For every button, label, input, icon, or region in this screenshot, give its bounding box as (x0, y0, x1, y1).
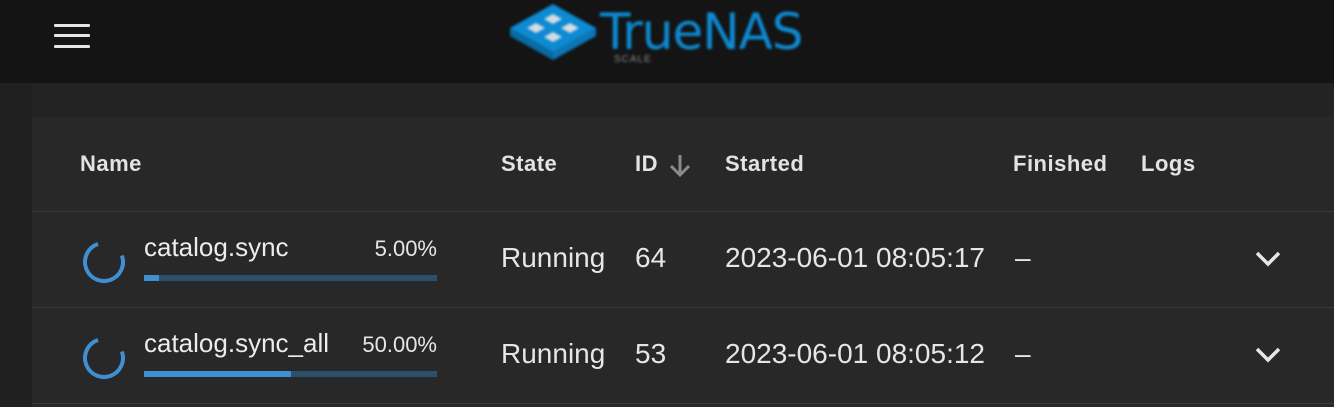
progress-fill (144, 371, 291, 377)
sidebar-edge (0, 83, 32, 407)
job-percent: 50.00% (362, 332, 437, 357)
spinner-icon (83, 337, 125, 379)
arrow-down-icon[interactable] (668, 153, 692, 179)
top-bar: TrueNAS SCALE (0, 0, 1334, 83)
logo-subtitle: SCALE (614, 54, 652, 65)
job-id: 64 (635, 242, 667, 273)
hamburger-menu-icon[interactable] (54, 24, 90, 48)
truenas-logo[interactable]: TrueNAS SCALE (508, 2, 808, 68)
column-header-name[interactable]: Name (80, 151, 142, 177)
job-id: 53 (635, 338, 667, 369)
progress-fill (144, 275, 159, 281)
job-finished: – (1015, 338, 1031, 369)
chevron-down-icon[interactable] (1253, 248, 1283, 270)
column-header-id[interactable]: ID (635, 151, 658, 177)
jobs-table: Name State ID Started Finished Logs cata… (32, 117, 1334, 407)
table-row[interactable]: catalog.sync_all 50.00% Running 53 2023-… (32, 308, 1334, 404)
logo-mark-icon (510, 4, 596, 60)
column-header-started[interactable]: Started (725, 151, 804, 177)
job-state: Running (501, 338, 606, 369)
column-header-logs: Logs (1141, 151, 1196, 176)
job-percent: 5.00% (374, 236, 437, 261)
logo-text: TrueNAS (600, 3, 804, 61)
job-name: catalog.sync (144, 232, 289, 262)
job-state: Running (501, 242, 606, 273)
job-name: catalog.sync_all (144, 328, 329, 358)
progress-bar (144, 371, 437, 377)
table-row[interactable]: catalog.sync 5.00% Running 64 2023-06-01… (32, 212, 1334, 308)
chevron-down-icon[interactable] (1253, 344, 1283, 366)
job-finished: – (1015, 242, 1031, 273)
job-started: 2023-06-01 08:05:17 (725, 242, 985, 273)
progress-bar (144, 275, 437, 281)
spinner-icon (83, 241, 125, 283)
column-header-state[interactable]: State (501, 151, 557, 177)
job-started: 2023-06-01 08:05:12 (725, 338, 985, 369)
table-header: Name State ID Started Finished Logs (32, 117, 1334, 212)
column-header-finished[interactable]: Finished (1013, 151, 1107, 177)
